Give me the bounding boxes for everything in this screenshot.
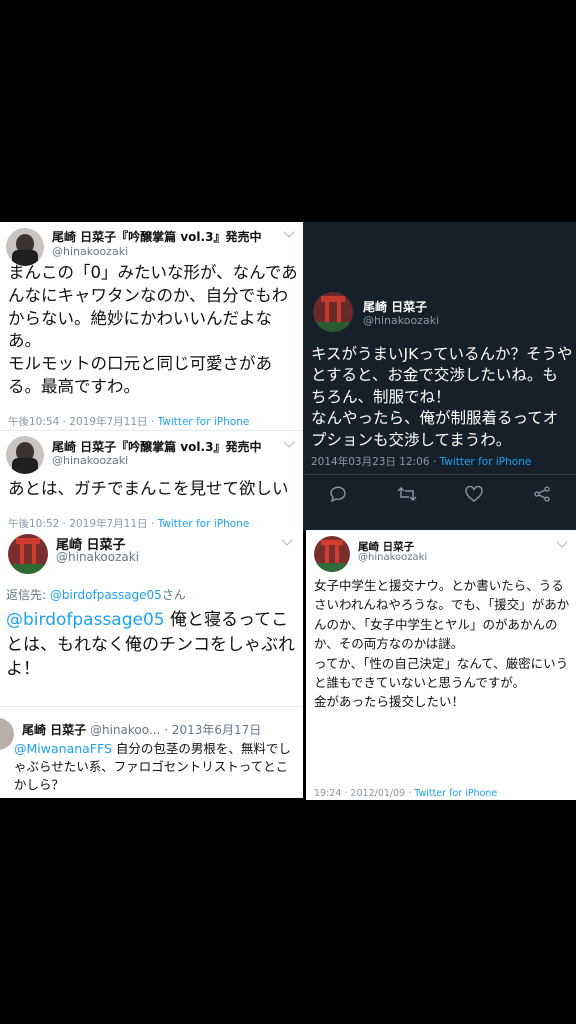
source-link[interactable]: Twitter for iPhone: [440, 456, 532, 468]
source-link[interactable]: Twitter for iPhone: [414, 788, 497, 799]
tweet-panel-bottom-right: 尾崎 日菜子 @hinakoozaki 女子中学生と援交ナウ。とか書いたら、うる…: [306, 530, 576, 800]
divider: [0, 430, 303, 431]
user-handle[interactable]: @hinakoozaki: [363, 314, 439, 327]
tweet-date[interactable]: · 2013年6月17日: [160, 723, 261, 737]
tweet-panel-bottom-left: 尾崎 日菜子 @hinakoozaki 返信先: @birdofpassage0…: [0, 528, 303, 798]
user-handle[interactable]: @hinakoozaki: [52, 245, 128, 258]
reply-icon[interactable]: [329, 486, 347, 502]
avatar[interactable]: [313, 292, 353, 332]
reply-context: 返信先: @birdofpassage05さん: [6, 588, 186, 602]
divider: [0, 706, 303, 707]
tweet-text: あとは、ガチでまんこを見せて欲しい: [8, 479, 289, 498]
display-name[interactable]: 尾崎 日菜子: [363, 298, 427, 315]
tweet-panel-top-left: 尾崎 日菜子『吟醸掌篇 vol.3』発売中 @hinakoozaki まんこの「…: [0, 222, 303, 534]
chevron-down-icon[interactable]: [281, 534, 293, 546]
tweet-header: 尾崎 日菜子 @hinakoo... · 2013年6月17日: [22, 721, 261, 738]
mention-link[interactable]: @MiwananaFFS: [14, 741, 112, 756]
chevron-down-icon[interactable]: [283, 436, 295, 448]
user-handle[interactable]: @hinakoozaki: [56, 550, 139, 564]
tweet-timestamp: 2014年03月23日 12:06 · Twitter for iPhone: [311, 456, 532, 468]
reply-to-link[interactable]: @birdofpassage05: [50, 588, 162, 602]
display-name[interactable]: 尾崎 日菜子『吟醸掌篇 vol.3』発売中: [52, 228, 261, 245]
tweet-text: 女子中学生と援交ナウ。とか書いたら、うるさいわれんねやろうな。でも、「援交」があ…: [314, 578, 570, 710]
avatar[interactable]: [8, 534, 48, 574]
user-handle[interactable]: @hinakoozaki: [358, 552, 427, 563]
tweet-panel-dark: 尾崎 日菜子 @hinakoozaki キスがうまいJKっているんか？そうやとす…: [303, 222, 576, 530]
user-handle[interactable]: @hinakoo...: [90, 723, 160, 737]
mention-link[interactable]: @birdofpassage05: [6, 610, 165, 630]
retweet-icon[interactable]: [397, 486, 417, 502]
tweet-timestamp: 午後10:54 · 2019年7月11日 · Twitter for iPhon…: [8, 416, 250, 428]
divider: [303, 474, 576, 475]
display-name[interactable]: 尾崎 日菜子『吟醸掌篇 vol.3』発売中: [52, 438, 261, 455]
chevron-down-icon[interactable]: [556, 536, 568, 548]
tweet-timestamp: 19:24 · 2012/01/09 · Twitter for iPhone: [314, 788, 498, 799]
tweet-text: @MiwananaFFS 自分の包茎の男根を、無料でしゃぶらせたい系、ファロゴセ…: [14, 741, 291, 793]
avatar[interactable]: [0, 718, 14, 750]
avatar[interactable]: [314, 536, 350, 572]
display-name[interactable]: 尾崎 日菜子: [22, 723, 86, 737]
avatar[interactable]: [6, 436, 44, 474]
tweet-text: @birdofpassage05 俺と寝るってことは、もれなく俺のチンコをしゃぶ…: [6, 610, 295, 680]
share-icon[interactable]: [533, 486, 551, 502]
tweet-text: まんこの「0」みたいな形が、なんであんなにキャワタンなのか、自分でもわからない。…: [8, 263, 298, 396]
user-handle[interactable]: @hinakoozaki: [52, 454, 128, 467]
source-link[interactable]: Twitter for iPhone: [158, 416, 250, 428]
chevron-down-icon[interactable]: [283, 226, 295, 238]
like-icon[interactable]: [465, 486, 483, 502]
avatar[interactable]: [6, 228, 44, 266]
tweet-text: キスがうまいJKっているんか？そうやとすると、お金で交渉したいね。もちろん、制服…: [311, 345, 573, 449]
